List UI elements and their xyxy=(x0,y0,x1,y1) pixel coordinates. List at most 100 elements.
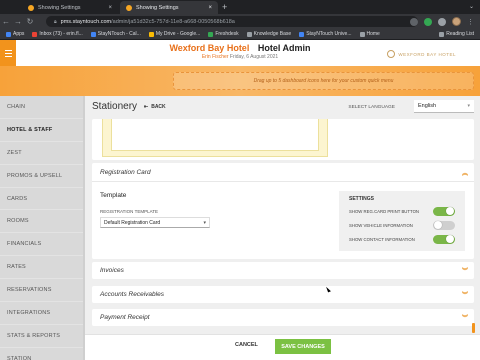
save-changes-button[interactable]: SAVE CHANGES xyxy=(275,339,331,354)
reading-list-icon xyxy=(439,31,445,37)
chevron-down-icon: ▾ xyxy=(467,103,470,109)
section-heading: Invoices xyxy=(100,267,124,274)
accounts-receivables-section[interactable]: Accounts Receivables ︾ xyxy=(92,286,474,303)
url-host: pms.stayntouch.com xyxy=(60,18,112,25)
extension-icon[interactable] xyxy=(424,17,432,26)
chevron-down-icon[interactable]: ︾ xyxy=(462,290,468,299)
setting-label: SHOW VEHICLE INFORMATION xyxy=(349,222,413,228)
browser-tab-label: Showing Settings xyxy=(136,4,179,11)
sidebar-item-financials[interactable]: Financials xyxy=(0,233,85,257)
sidebar-item-cards[interactable]: Cards xyxy=(0,188,85,211)
extension-icon[interactable] xyxy=(438,17,446,26)
language-label: SELECT LANGUAGE xyxy=(348,105,395,110)
stationery-preview-card xyxy=(92,119,474,160)
profile-avatar[interactable] xyxy=(452,17,461,26)
forward-arrow-icon[interactable]: → xyxy=(12,17,24,26)
sidebar-item-station[interactable]: Station xyxy=(0,348,85,360)
chevron-up-icon[interactable]: ︽ xyxy=(462,168,468,177)
browser-tab-2[interactable]: Showing Settings × xyxy=(120,1,218,14)
url-path: /admin/ja51d32c5-757d-11e8-a668-0050568b… xyxy=(111,18,235,25)
close-icon[interactable]: × xyxy=(108,5,112,11)
bookmark-apps[interactable]: Apps xyxy=(6,31,24,37)
invoices-section[interactable]: Invoices ︾ xyxy=(92,262,474,279)
template-label: REGISTRATION TEMPLATE xyxy=(100,209,159,214)
bookmark-calendar[interactable]: StayNTouch - Cal... xyxy=(90,31,141,37)
hotel-name[interactable]: Wexford Bay Hotel xyxy=(169,43,249,53)
reading-list[interactable]: Reading List xyxy=(439,31,474,37)
bookmark-drive[interactable]: My Drive - Google... xyxy=(148,31,200,37)
language-select[interactable]: English ▾ xyxy=(414,100,474,113)
setting-row: SHOW REG.CARD PRINT BUTTON xyxy=(349,206,459,216)
close-icon[interactable]: × xyxy=(208,5,212,11)
favicon-icon xyxy=(126,4,132,11)
browser-toolbar: ← → ↻ 🔒︎ pms.stayntouch.com/admin/ja51d3… xyxy=(0,14,480,29)
logo-text: WEXFORD BAY HOTEL xyxy=(398,51,456,57)
setting-row: SHOW VEHICLE INFORMATION xyxy=(349,220,459,230)
page-title: Stationery xyxy=(92,101,138,112)
favicon-icon xyxy=(28,4,34,11)
bookmark-knowledge-base[interactable]: Knowledge Base xyxy=(246,31,291,37)
mail-icon xyxy=(32,31,38,37)
sidebar-item-reservations[interactable]: Reservations xyxy=(0,279,85,303)
quick-menu-dropzone[interactable]: Drag up to 5 dashboard icons here for yo… xyxy=(173,72,474,90)
app-header: Wexford Bay Hotel Hotel Admin Erin Fisch… xyxy=(0,40,480,66)
user-name[interactable]: Erin Fischer xyxy=(202,54,229,60)
calendar-icon xyxy=(90,31,96,37)
crest-icon xyxy=(387,50,396,58)
lock-icon: 🔒︎ xyxy=(54,18,57,25)
template-title: Template xyxy=(100,192,127,199)
sidebar-item-hotel-staff[interactable]: Hotel & Staff xyxy=(0,119,85,142)
folder-icon xyxy=(246,31,252,37)
divider xyxy=(92,181,474,182)
contact-info-toggle[interactable] xyxy=(433,234,455,244)
cancel-button[interactable]: CANCEL xyxy=(235,342,258,348)
sidebar-item-integrations[interactable]: Integrations xyxy=(0,302,85,325)
section-heading[interactable]: Registration Card xyxy=(100,169,151,176)
template-value: Default Registration Card xyxy=(104,219,161,226)
chevron-down-icon[interactable]: ︾ xyxy=(462,266,468,275)
admin-sidebar: Chain Hotel & Staff Zest Promos & Upsell… xyxy=(0,96,85,360)
section-heading: Accounts Receivables xyxy=(100,291,164,298)
drive-icon xyxy=(148,31,154,37)
reload-icon[interactable]: ↻ xyxy=(24,17,36,26)
print-button-toggle[interactable] xyxy=(433,206,455,216)
registration-template-select[interactable]: Default Registration Card ▾ xyxy=(100,217,210,228)
payment-receipt-section[interactable]: Payment Receipt ︾ xyxy=(92,309,474,326)
vehicle-info-toggle[interactable] xyxy=(433,220,455,230)
browser-tab-1[interactable]: Showing Settings × xyxy=(22,1,118,14)
action-footer: CANCEL SAVE CHANGES xyxy=(85,334,480,360)
new-tab-plus-icon[interactable]: + xyxy=(222,2,227,12)
bookmark-inbox[interactable]: Inbox (73) - erin.fl... xyxy=(32,31,83,37)
main-scrollbar-thumb[interactable] xyxy=(472,323,475,333)
sidebar-item-rates[interactable]: Rates xyxy=(0,256,85,280)
kebab-menu-icon[interactable]: ⋮ xyxy=(467,18,474,26)
sidebar-item-zest[interactable]: Zest xyxy=(0,142,85,165)
browser-tab-label: Showing Settings xyxy=(38,4,81,11)
language-value: English xyxy=(418,103,437,109)
address-bar[interactable]: 🔒︎ pms.stayntouch.com/admin/ja51d32c5-75… xyxy=(46,16,418,27)
bookmarks-bar: Apps Inbox (73) - erin.fl... StayNTouch … xyxy=(0,29,480,40)
back-arrow-icon[interactable]: ← xyxy=(0,17,12,26)
browser-tabstrip: Showing Settings × Showing Settings × + … xyxy=(0,0,480,14)
home-icon xyxy=(359,31,365,37)
sidebar-item-promos-upsell[interactable]: Promos & Upsell xyxy=(0,165,85,188)
bookmark-university[interactable]: StayNTouch Unive... xyxy=(299,31,352,37)
registration-card-section: Registration Card ︽ Template REGISTRATIO… xyxy=(92,163,474,259)
setting-label: SHOW CONTACT INFORMATION xyxy=(349,236,415,242)
sidebar-item-stats-reports[interactable]: Stats & Reports xyxy=(0,325,85,348)
back-button[interactable]: ⇤ BACK xyxy=(144,104,166,110)
apps-grid-icon xyxy=(6,31,11,37)
chevron-down-icon[interactable]: ⌄ xyxy=(469,3,474,10)
sidebar-item-rooms[interactable]: Rooms xyxy=(0,210,85,234)
caret-down-icon: ▾ xyxy=(203,220,206,226)
freshdesk-icon xyxy=(208,31,214,37)
settings-panel: SETTINGS SHOW REG.CARD PRINT BUTTON SHOW… xyxy=(339,191,465,251)
hotel-logo: WEXFORD BAY HOTEL xyxy=(387,50,456,58)
sidebar-item-chain[interactable]: Chain xyxy=(0,96,85,119)
star-icon[interactable] xyxy=(410,17,418,26)
main-content: Stationery ⇤ BACK SELECT LANGUAGE Englis… xyxy=(85,96,480,360)
bookmark-home[interactable]: Home xyxy=(359,31,380,37)
bookmark-freshdesk[interactable]: Freshdesk xyxy=(208,31,239,37)
chevron-down-icon[interactable]: ︾ xyxy=(462,313,468,322)
quick-menu-banner: Drag up to 5 dashboard icons here for yo… xyxy=(0,66,480,96)
